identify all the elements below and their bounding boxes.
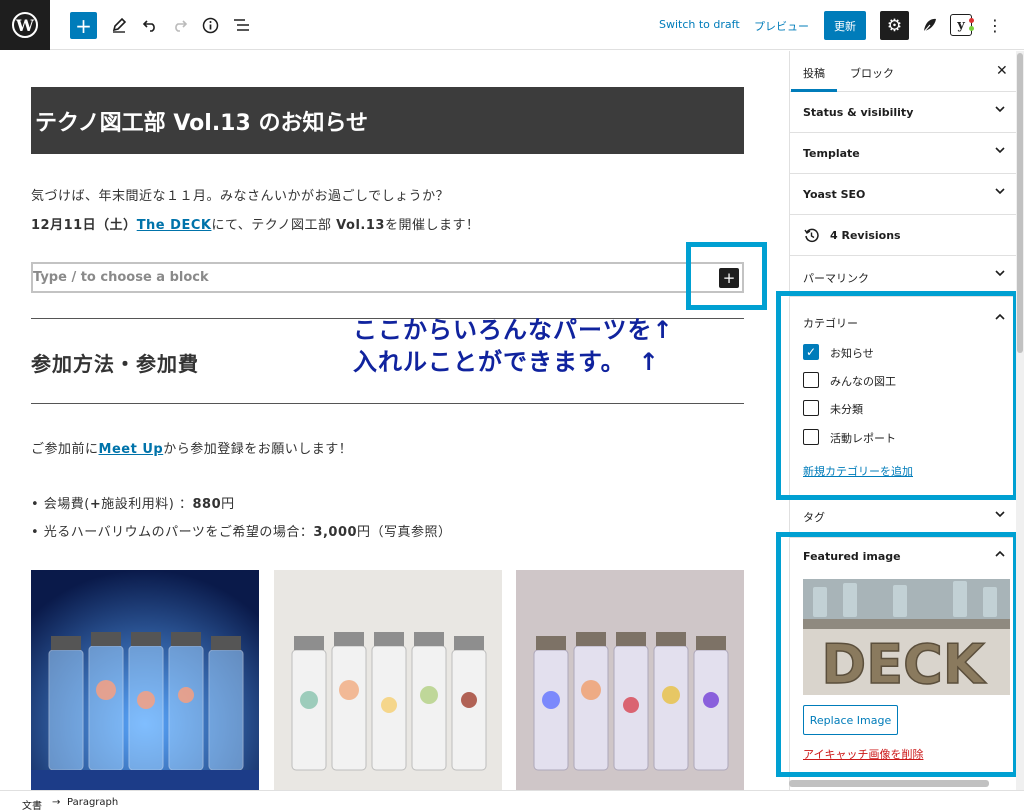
- preview-button[interactable]: プレビュー: [754, 18, 809, 34]
- close-icon: ✕: [996, 63, 1008, 79]
- panel-title: Status & visibility: [803, 106, 914, 119]
- price-value: 880: [192, 497, 222, 512]
- separator-block[interactable]: [31, 403, 744, 404]
- block-breadcrumb: 文書 → Paragraph: [0, 790, 1024, 812]
- scrollbar-thumb[interactable]: [1017, 53, 1023, 353]
- panel-title: Yoast SEO: [803, 188, 866, 201]
- appender-placeholder: Type / to choose a block: [33, 270, 209, 285]
- annotation-highlight-box: [686, 242, 767, 310]
- chevron-down-icon: [995, 147, 1005, 154]
- leaf-icon: [922, 18, 936, 34]
- list-view-button[interactable]: [228, 12, 254, 38]
- annotation-highlight-box: [776, 532, 1018, 777]
- meet-up-link[interactable]: Meet Up: [99, 442, 164, 457]
- wordpress-icon: W: [12, 12, 38, 38]
- close-sidebar-button[interactable]: ✕: [996, 63, 1008, 79]
- editor-canvas: テクノ図工部 Vol.13 のお知らせ 気づけば、年末間近な１１月。みなさんいか…: [0, 51, 776, 790]
- list-item-text: 施設利用料) ：: [101, 497, 193, 512]
- yoast-button[interactable]: y: [950, 14, 972, 36]
- switch-to-draft-button[interactable]: Switch to draft: [659, 18, 740, 31]
- tab-block[interactable]: ブロック: [850, 65, 894, 81]
- paragraph-text: ご参加前に: [31, 442, 99, 457]
- default-block-appender[interactable]: Type / to choose a block +: [31, 262, 744, 293]
- panel-status-visibility[interactable]: Status & visibility: [790, 92, 1017, 133]
- chevron-down-icon: [995, 188, 1005, 195]
- annotation-text: 入れルことができます。 ↑: [353, 348, 660, 376]
- paragraph-block[interactable]: ご参加前にMeet Upから参加登録をお願いします！: [31, 438, 352, 457]
- info-icon: [202, 17, 218, 33]
- block-inserter-button[interactable]: +: [70, 12, 97, 39]
- plus-icon: +: [75, 13, 92, 38]
- list-item[interactable]: • 会場費(+施設利用料) ：880円: [31, 493, 235, 512]
- tab-post[interactable]: 投稿: [791, 65, 837, 92]
- heading-block[interactable]: 参加方法・参加費: [31, 348, 199, 377]
- list-item-text: 円（写真参照）: [357, 525, 452, 540]
- list-view-icon: [233, 18, 249, 31]
- update-button[interactable]: 更新: [824, 11, 866, 40]
- panel-revisions[interactable]: 4 Revisions: [790, 215, 1017, 256]
- history-icon: [804, 228, 819, 243]
- gallery-image-white[interactable]: [274, 570, 502, 790]
- redo-button[interactable]: [167, 12, 193, 38]
- readability-score-dot: [969, 26, 974, 31]
- list-item-text: • 会場費(: [31, 497, 90, 512]
- list-item[interactable]: • 光るハーバリウムのパーツをご希望の場合：3,000円（写真参照）: [31, 521, 452, 540]
- panel-title: タグ: [803, 511, 825, 524]
- list-item-bold: +: [89, 497, 102, 512]
- undo-icon: [142, 20, 155, 32]
- sidebar-scrollbar[interactable]: [1016, 51, 1024, 790]
- vertical-ellipsis-icon: ⋮: [987, 15, 1003, 35]
- horizontal-scrollbar[interactable]: [789, 780, 989, 787]
- gallery-image-blue[interactable]: [31, 570, 259, 790]
- gallery-image-lit[interactable]: [516, 570, 744, 790]
- chevron-down-icon: [995, 511, 1005, 518]
- yoast-icon: y: [957, 17, 965, 33]
- breadcrumb-paragraph[interactable]: Paragraph: [67, 797, 118, 808]
- panel-template[interactable]: Template: [790, 133, 1017, 174]
- settings-button[interactable]: ⚙: [880, 11, 909, 40]
- tools-button[interactable]: [106, 12, 132, 38]
- wordpress-logo-button[interactable]: W: [0, 0, 50, 50]
- details-button[interactable]: [197, 12, 223, 38]
- the-deck-link[interactable]: The DECK: [137, 218, 212, 233]
- chevron-down-icon: [995, 106, 1005, 113]
- plugin-button[interactable]: [917, 12, 943, 38]
- paragraph-block[interactable]: 気づけば、年末間近な１１月。みなさんいかがお過ごしでしょうか？: [31, 185, 449, 204]
- paragraph-block[interactable]: 12月11日（土）The DECKにて、テクノ図工部 Vol.13を開催します！: [31, 214, 479, 233]
- breadcrumb-document[interactable]: 文書: [22, 797, 42, 812]
- editor-header: W + Switch to draft プレビュー 更新 ⚙ y ⋮: [0, 0, 1024, 50]
- sidebar-tabs: 投稿 ブロック ✕: [790, 51, 1017, 92]
- panel-title: Template: [803, 147, 860, 160]
- redo-icon: [175, 20, 188, 32]
- price-value: 3,000: [313, 525, 358, 540]
- chevron-down-icon: [995, 270, 1005, 277]
- post-title[interactable]: テクノ図工部 Vol.13 のお知らせ: [31, 87, 744, 154]
- seo-score-dot: [969, 18, 974, 23]
- list-item-text: • 光るハーバリウムのパーツをご希望の場合：: [31, 525, 314, 540]
- paragraph-text: から参加登録をお願いします！: [163, 442, 353, 457]
- undo-button[interactable]: [137, 12, 163, 38]
- gear-icon: ⚙: [886, 15, 903, 36]
- paragraph-bold-text: Vol.13: [336, 218, 385, 233]
- paragraph-text: にて、テクノ図工部: [211, 218, 337, 233]
- panel-title: 4 Revisions: [830, 229, 901, 242]
- pencil-icon: [112, 17, 127, 33]
- panel-yoast-seo[interactable]: Yoast SEO: [790, 174, 1017, 215]
- paragraph-date: 12月11日（土）: [31, 218, 137, 233]
- more-options-button[interactable]: ⋮: [986, 13, 1004, 37]
- breadcrumb-arrow: →: [52, 797, 61, 808]
- annotation-highlight-box: [776, 291, 1018, 500]
- paragraph-text: を開催します！: [384, 218, 480, 233]
- annotation-text: ここからいろんなパーツを↑: [353, 316, 674, 344]
- panel-title: パーマリンク: [803, 272, 869, 285]
- list-item-text: 円: [221, 497, 235, 512]
